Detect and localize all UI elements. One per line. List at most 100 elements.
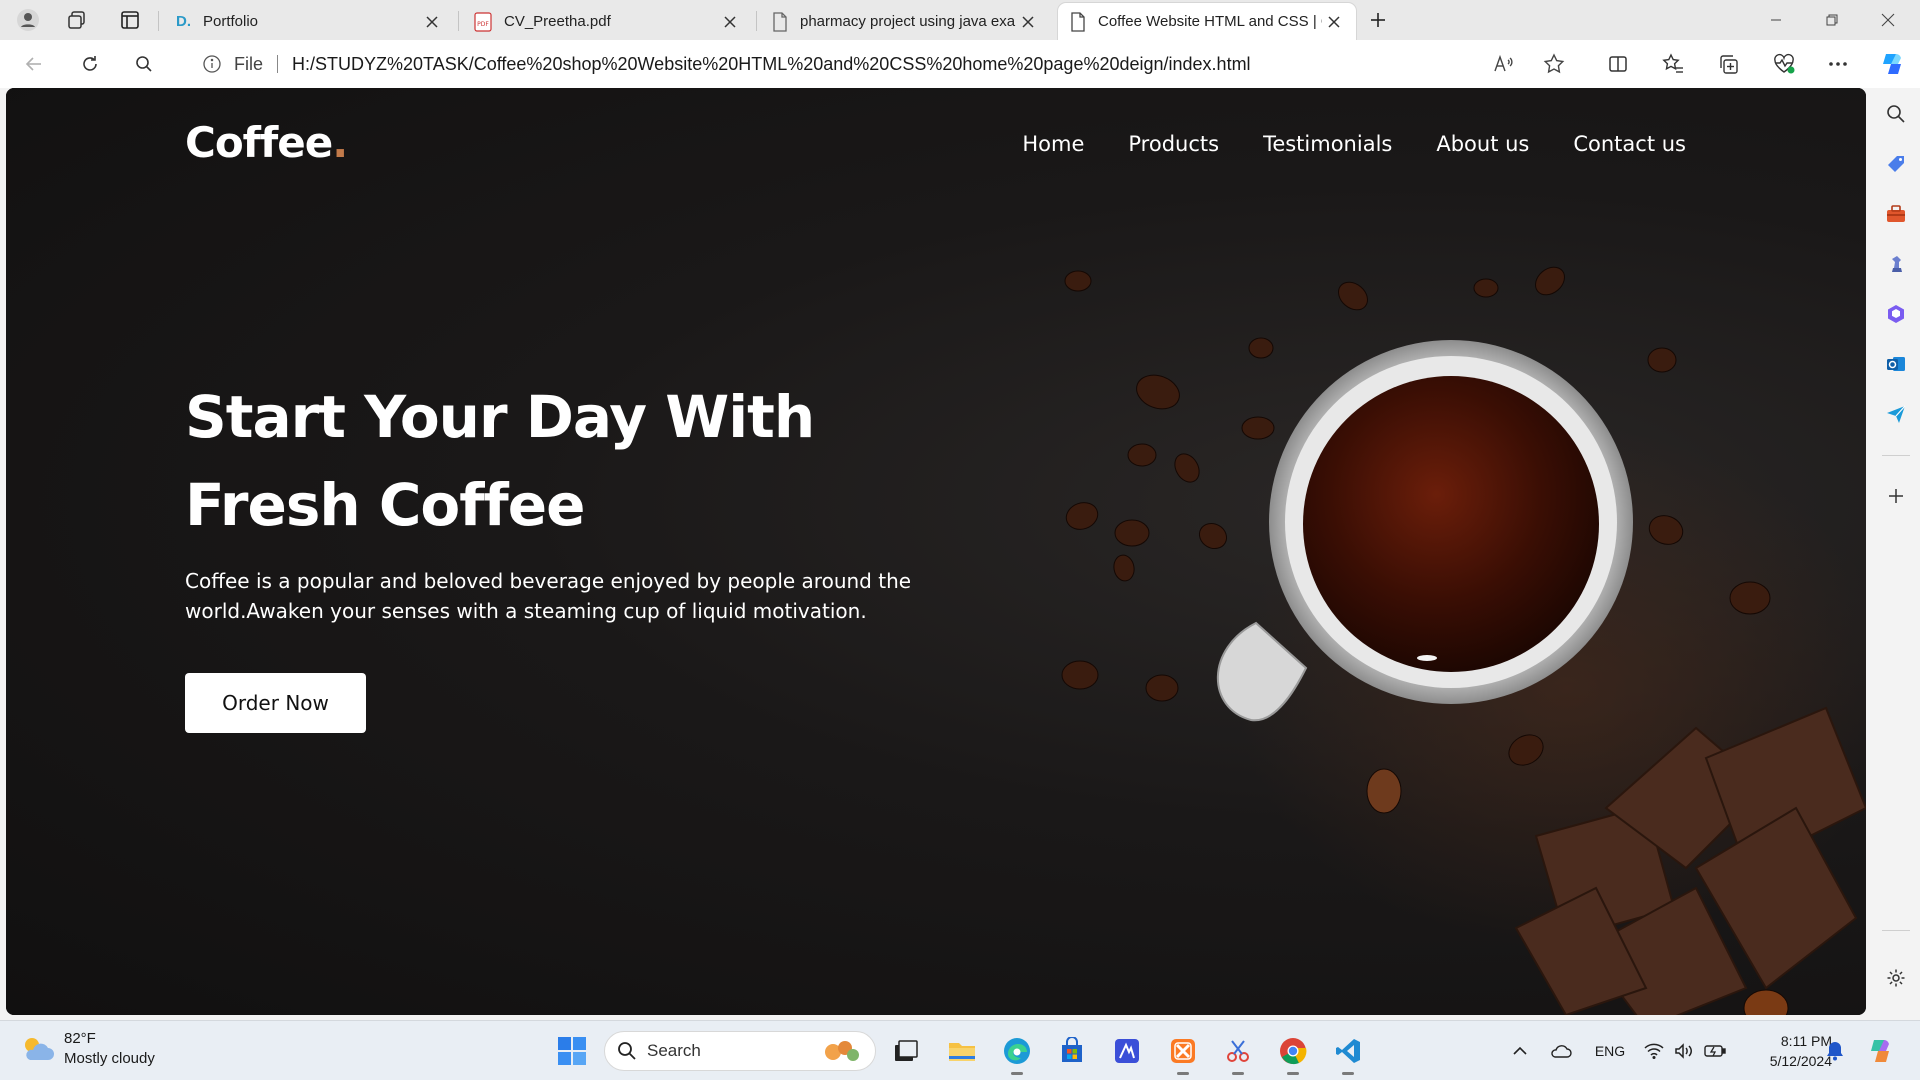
sidebar-settings-button[interactable] xyxy=(1878,960,1914,996)
browser-toolbar: File H:/STUDYZ%20TASK/Coffee%20shop%20We… xyxy=(0,40,1920,88)
shopping-tag-icon xyxy=(1888,156,1904,172)
favorites-icon xyxy=(1662,53,1683,73)
url-text[interactable]: H:/STUDYZ%20TASK/Coffee%20shop%20Website… xyxy=(292,54,1251,75)
onedrive-tray-button[interactable] xyxy=(1546,1031,1576,1071)
back-button[interactable] xyxy=(16,48,52,80)
close-tab-button[interactable] xyxy=(718,10,742,34)
taskbar-search[interactable]: Search xyxy=(604,1031,876,1071)
nav-contact-us[interactable]: Contact us xyxy=(1573,132,1686,156)
restore-button[interactable] xyxy=(1804,0,1860,40)
sidebar-add-button[interactable] xyxy=(1878,478,1914,514)
vscode-taskbar-button[interactable] xyxy=(1328,1031,1368,1075)
copilot-button[interactable] xyxy=(1874,48,1910,80)
snipping-tool-taskbar-button[interactable] xyxy=(1218,1031,1258,1075)
settings-more-button[interactable] xyxy=(1820,48,1856,80)
hero-title: Start Your Day With Fresh Coffee xyxy=(185,373,985,549)
sidebar-search-button[interactable] xyxy=(1878,96,1914,132)
sidebar-games-button[interactable] xyxy=(1878,246,1914,282)
language-indicator[interactable]: ENG xyxy=(1590,1031,1630,1071)
refresh-icon xyxy=(83,56,97,71)
nav-products[interactable]: Products xyxy=(1128,132,1219,156)
volume-tray-button[interactable] xyxy=(1670,1031,1698,1071)
sidebar-drop-button[interactable] xyxy=(1878,396,1914,432)
logo-dot: . xyxy=(332,118,348,167)
task-view-button[interactable] xyxy=(886,1031,926,1071)
pdf-icon: PDF xyxy=(474,11,492,32)
weather-widget[interactable]: 82°F Mostly cloudy xyxy=(20,1029,155,1069)
sidebar-m365-button[interactable] xyxy=(1878,296,1914,332)
sidebar-tools-button[interactable] xyxy=(1878,196,1914,232)
close-tab-button[interactable] xyxy=(1016,10,1040,34)
toolbox-icon xyxy=(1887,205,1905,222)
cloud-icon xyxy=(1551,1045,1572,1058)
browser-essentials-button[interactable] xyxy=(1766,48,1802,80)
refresh-button[interactable] xyxy=(72,48,108,80)
read-aloud-button[interactable] xyxy=(1486,48,1522,80)
workspaces-button[interactable] xyxy=(59,4,95,36)
battery-tray-button[interactable] xyxy=(1700,1031,1730,1071)
sidebar-shopping-button[interactable] xyxy=(1878,146,1914,182)
nav-about-us[interactable]: About us xyxy=(1436,132,1529,156)
order-now-button[interactable]: Order Now xyxy=(185,673,366,733)
clock-time: 8:11 PM xyxy=(1780,1033,1832,1049)
wifi-tray-button[interactable] xyxy=(1640,1031,1668,1071)
minimize-button[interactable] xyxy=(1748,0,1804,40)
profile-button[interactable] xyxy=(10,4,46,36)
file-explorer-button[interactable] xyxy=(942,1031,982,1071)
heart-pulse-icon xyxy=(1774,53,1795,74)
page-icon xyxy=(1071,11,1085,32)
microsoft-365-icon xyxy=(1888,305,1904,323)
tab-coffee-website[interactable]: Coffee Website HTML and CSS | C xyxy=(1058,3,1356,40)
xampp-taskbar-button[interactable] xyxy=(1163,1031,1203,1075)
tab-portfolio[interactable]: D. Portfolio xyxy=(164,3,454,40)
favorites-button[interactable] xyxy=(1655,48,1691,80)
tab-strip: D. Portfolio PDF CV_Preetha.pdf pharmacy… xyxy=(0,0,1920,40)
tab-cv-pdf[interactable]: PDF CV_Preetha.pdf xyxy=(462,3,752,40)
show-hidden-icons-button[interactable] xyxy=(1508,1031,1532,1071)
tab-title: CV_Preetha.pdf xyxy=(504,13,611,30)
split-screen-button[interactable] xyxy=(1600,48,1636,80)
tab-actions-button[interactable] xyxy=(112,4,148,36)
folder-icon xyxy=(949,1043,975,1061)
windows-start-icon[interactable] xyxy=(556,1035,588,1067)
profile-icon xyxy=(17,9,39,31)
close-icon xyxy=(1328,15,1340,28)
chevron-up-icon xyxy=(1513,1046,1527,1055)
portfolio-favicon: D. xyxy=(176,13,191,30)
outlook-icon xyxy=(1887,357,1905,371)
collections-icon xyxy=(1720,55,1738,74)
site-nav: Home Products Testimonials About us Cont… xyxy=(1022,132,1686,156)
close-icon xyxy=(426,15,438,28)
address-bar[interactable]: File H:/STUDYZ%20TASK/Coffee%20shop%20We… xyxy=(180,45,1584,83)
chrome-taskbar-button[interactable] xyxy=(1273,1031,1313,1075)
close-window-button[interactable] xyxy=(1860,0,1916,40)
nav-testimonials[interactable]: Testimonials xyxy=(1263,132,1392,156)
tab-title: Portfolio xyxy=(203,13,259,30)
xampp-icon xyxy=(1171,1039,1195,1063)
store-taskbar-button[interactable] xyxy=(1052,1031,1092,1071)
site-logo[interactable]: Coffee. xyxy=(185,118,348,167)
weather-condition: Mostly cloudy xyxy=(64,1050,155,1067)
close-tab-button[interactable] xyxy=(1322,10,1346,34)
close-icon xyxy=(1881,13,1895,27)
search-page-button[interactable] xyxy=(126,48,162,80)
copilot-taskbar-button[interactable] xyxy=(1860,1031,1900,1071)
taskbar-clock[interactable]: 8:11 PM 5/12/2024 xyxy=(1742,1031,1832,1071)
sidebar-outlook-button[interactable] xyxy=(1878,346,1914,382)
collections-button[interactable] xyxy=(1710,48,1746,80)
edge-sidebar xyxy=(1872,88,1920,1015)
edge-icon xyxy=(1004,1038,1030,1064)
info-icon[interactable] xyxy=(202,54,222,74)
nav-home[interactable]: Home xyxy=(1022,132,1084,156)
favorite-button[interactable] xyxy=(1536,48,1572,80)
ai-app-taskbar-button[interactable] xyxy=(1107,1031,1147,1071)
scheme-label: File xyxy=(234,53,264,74)
close-tab-button[interactable] xyxy=(420,10,444,34)
close-icon xyxy=(724,15,736,28)
new-tab-button[interactable] xyxy=(1360,4,1396,36)
tab-pharmacy[interactable]: pharmacy project using java exam xyxy=(760,3,1050,40)
edge-taskbar-button[interactable] xyxy=(997,1031,1037,1075)
notifications-button[interactable] xyxy=(1820,1031,1850,1071)
clock-date: 5/12/2024 xyxy=(1769,1053,1832,1069)
svg-text:PDF: PDF xyxy=(477,21,489,28)
